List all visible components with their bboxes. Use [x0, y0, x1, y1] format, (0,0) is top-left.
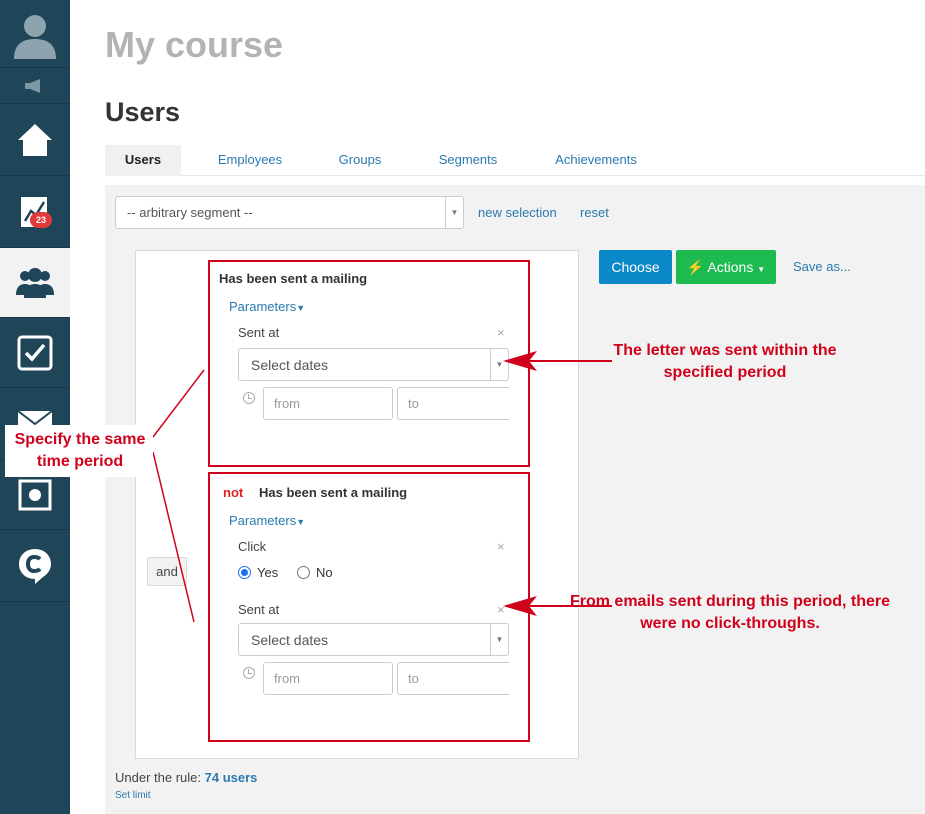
- chevron-down-icon: ▼: [490, 624, 508, 655]
- chevron-down-icon: ▼: [490, 349, 508, 380]
- annotation-left: Specify the same time period: [14, 431, 146, 470]
- rule-count-label: Under the rule:: [115, 770, 201, 785]
- date-to-input[interactable]: to: [397, 662, 509, 695]
- checkbox-icon: [17, 335, 53, 370]
- sent-at-label: Sent at: [238, 602, 280, 617]
- safe-icon: [18, 479, 52, 510]
- date-to-input[interactable]: to: [397, 387, 509, 420]
- parameters-label: Parameters: [229, 513, 297, 528]
- sidebar-tasks[interactable]: [0, 318, 70, 388]
- actions-button-label: Actions: [707, 259, 754, 275]
- radio-yes-label: Yes: [257, 565, 279, 580]
- date-from-input[interactable]: from: [263, 387, 393, 420]
- main-content: My course Users Users Employees Groups S…: [70, 0, 925, 814]
- rule-count: Under the rule: 74 users: [115, 770, 257, 785]
- users-icon: [16, 267, 54, 298]
- condition-title: Has been sent a mailing: [259, 485, 408, 500]
- rule-count-value[interactable]: 74 users: [205, 770, 258, 785]
- clock-icon: [243, 667, 255, 679]
- sidebar: 23: [0, 0, 70, 814]
- radio-unchecked-icon: [297, 566, 310, 579]
- course-title: My course: [105, 24, 284, 65]
- caret-down-icon: ▼: [296, 517, 306, 527]
- choose-button[interactable]: Choose: [599, 250, 672, 284]
- radio-checked-icon: [238, 566, 251, 579]
- segment-select-value: -- arbitrary segment --: [127, 205, 253, 220]
- caret-down-icon: ▼: [757, 265, 766, 274]
- tab-bar: Users Employees Groups Segments Achievem…: [105, 145, 925, 176]
- sidebar-statistics[interactable]: 23: [0, 176, 70, 248]
- home-icon: [18, 123, 52, 156]
- users-panel: -- arbitrary segment -- ▼ new selection …: [105, 185, 925, 814]
- tab-groups[interactable]: Groups: [325, 145, 395, 176]
- sidebar-home[interactable]: [0, 104, 70, 176]
- and-operator-button[interactable]: and: [147, 557, 187, 586]
- sent-at-label: Sent at: [238, 325, 280, 340]
- tab-segments[interactable]: Segments: [423, 145, 513, 176]
- radio-yes[interactable]: Yes: [238, 565, 278, 580]
- not-label[interactable]: not: [223, 485, 243, 500]
- radio-no[interactable]: No: [297, 565, 333, 580]
- save-as-link[interactable]: Save as...: [793, 259, 851, 274]
- megaphone-icon: [25, 78, 40, 93]
- notification-badge: 23: [30, 212, 53, 228]
- tab-employees[interactable]: Employees: [205, 145, 295, 176]
- condition-block-sent: Has been sent a mailing Parameters▼ Sent…: [208, 260, 530, 467]
- dates-select-value: Select dates: [251, 357, 329, 373]
- tab-users[interactable]: Users: [105, 145, 181, 176]
- parameters-toggle[interactable]: Parameters▼: [229, 513, 305, 528]
- caret-down-icon: ▼: [296, 303, 306, 313]
- user-avatar-icon: [14, 14, 56, 59]
- close-icon[interactable]: ×: [497, 602, 505, 617]
- annotation-bottom-right: From emails sent during this period, the…: [569, 593, 891, 632]
- clock-icon: [243, 392, 255, 404]
- parameters-toggle[interactable]: Parameters▼: [229, 299, 305, 314]
- actions-button[interactable]: ⚡ Actions ▼: [676, 250, 776, 284]
- dates-select[interactable]: Select dates ▼: [238, 623, 509, 656]
- new-selection-link[interactable]: new selection: [478, 205, 557, 220]
- segment-select[interactable]: -- arbitrary segment -- ▼: [115, 196, 464, 229]
- close-icon[interactable]: ×: [497, 539, 505, 554]
- sidebar-announcements[interactable]: [0, 68, 70, 104]
- reset-link[interactable]: reset: [580, 205, 609, 220]
- tab-achievements[interactable]: Achievements: [541, 145, 651, 176]
- lightning-icon: ⚡: [686, 259, 705, 275]
- dates-select-value: Select dates: [251, 632, 329, 648]
- parameters-label: Parameters: [229, 299, 297, 314]
- chevron-down-icon: ▼: [445, 197, 463, 228]
- date-from-input[interactable]: from: [263, 662, 393, 695]
- chat-logo-icon: [19, 548, 51, 584]
- sidebar-users[interactable]: [0, 248, 70, 318]
- condition-block-not-sent: not Has been sent a mailing Parameters▼ …: [208, 472, 530, 742]
- close-icon[interactable]: ×: [497, 325, 505, 340]
- set-limit-link[interactable]: Set limit: [115, 790, 151, 801]
- radio-no-label: No: [316, 565, 333, 580]
- dates-select[interactable]: Select dates ▼: [238, 348, 509, 381]
- page-title: Users: [105, 97, 181, 127]
- click-label: Click: [238, 539, 267, 554]
- rules-area: and Has been sent a mailing Parameters▼ …: [135, 250, 579, 759]
- sidebar-chat[interactable]: [0, 530, 70, 602]
- condition-title: Has been sent a mailing: [219, 271, 368, 286]
- annotation-top-right: The letter was sent within the specified…: [613, 342, 837, 381]
- sidebar-avatar[interactable]: [0, 0, 70, 68]
